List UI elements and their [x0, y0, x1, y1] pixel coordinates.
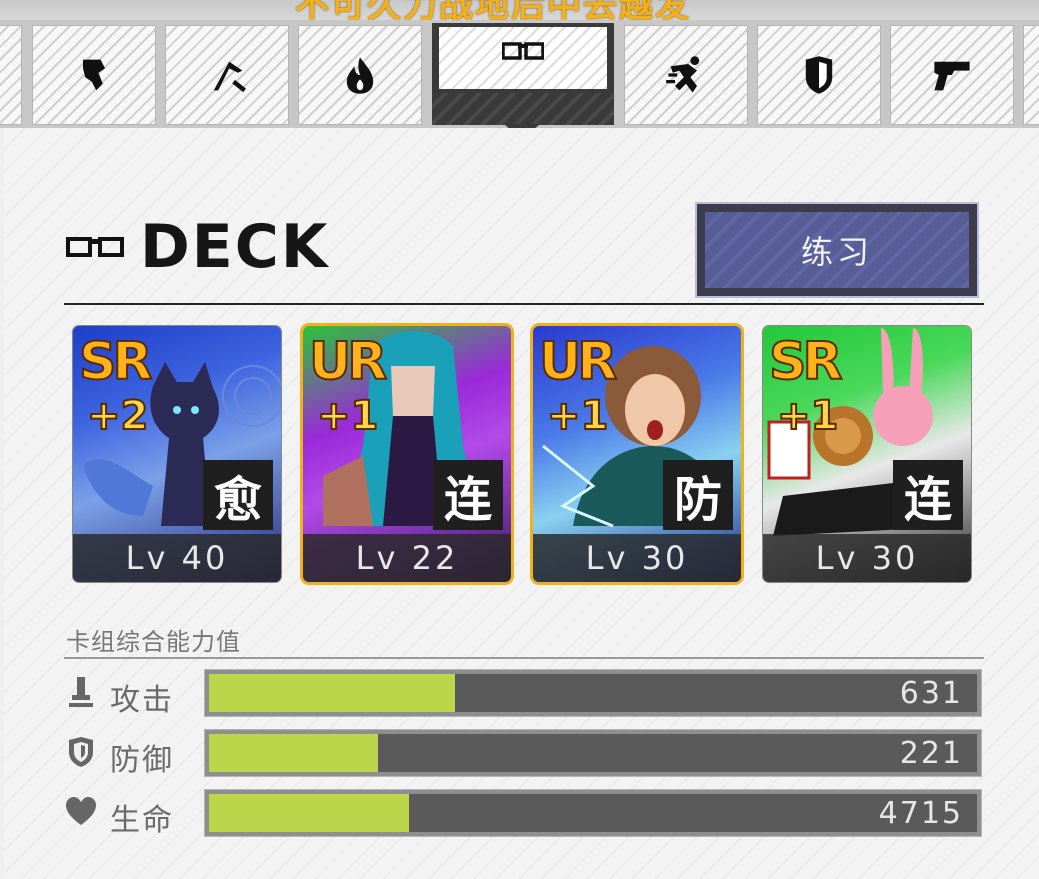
running-person-icon — [666, 56, 700, 93]
tab-partial-left[interactable] — [0, 25, 22, 125]
card-type-badge: 愈 — [203, 460, 273, 530]
stat-label: 生命 — [110, 803, 174, 838]
stats-divider — [64, 657, 984, 659]
card-rarity: SR — [78, 332, 153, 392]
card-type-badge: 连 — [893, 460, 963, 530]
defense-shield-icon — [69, 737, 93, 767]
tab-partial-right[interactable] — [1023, 25, 1039, 125]
tab-glasses-inner — [439, 27, 607, 89]
card-level: Lv 22 — [303, 534, 511, 582]
tab-shield[interactable] — [757, 25, 881, 125]
stat-bar-track: 221 — [209, 734, 977, 772]
card-level: Lv 30 — [763, 534, 971, 582]
deck-header: DECK — [66, 214, 329, 280]
stat-bar-fill — [209, 734, 378, 772]
tab-glasses[interactable] — [432, 23, 614, 125]
stat-label: 攻击 — [110, 683, 174, 718]
practice-button-label: 练习 — [705, 212, 969, 288]
card-plus: +1 — [546, 393, 609, 439]
deck-card-2[interactable]: UR +1 连 Lv 22 — [303, 326, 511, 582]
deck-stats-title: 卡组综合能力值 — [66, 628, 241, 656]
tab-running[interactable] — [624, 25, 748, 125]
tab-active-stripes — [432, 93, 614, 125]
tab-scythe[interactable] — [165, 25, 289, 125]
tab-flame[interactable] — [298, 25, 422, 125]
card-rarity: SR — [768, 332, 843, 392]
fist-icon — [83, 59, 105, 91]
glasses-icon — [502, 42, 544, 60]
card-plus: +1 — [776, 393, 839, 439]
card-plus: +2 — [86, 393, 149, 439]
stat-label: 防御 — [110, 743, 174, 778]
stat-bar: 4715 — [204, 789, 982, 837]
top-banner: 不可久力战地后中去越发 — [0, 0, 1039, 22]
stat-bar-track: 631 — [209, 674, 977, 712]
stat-row-health: 生命 4715 — [64, 789, 984, 839]
attack-icon — [69, 677, 93, 707]
practice-button[interactable]: 练习 — [695, 202, 979, 298]
stat-value: 631 — [899, 675, 963, 711]
stat-bar-fill — [209, 794, 409, 832]
scythe-icon — [213, 61, 246, 93]
stat-bar: 221 — [204, 729, 982, 777]
card-level: Lv 40 — [73, 534, 281, 582]
card-rarity: UR — [538, 332, 618, 392]
deck-title: DECK — [140, 212, 330, 282]
category-tab-strip — [0, 20, 1039, 128]
stat-bar-track: 4715 — [209, 794, 977, 832]
stat-bar-fill — [209, 674, 455, 712]
stat-value: 4715 — [878, 795, 963, 831]
card-level: Lv 30 — [533, 534, 741, 582]
gun-icon — [934, 61, 970, 91]
card-rarity: UR — [308, 332, 388, 392]
deck-card-1[interactable]: SR +2 愈 Lv 40 — [73, 326, 281, 582]
stat-bar: 631 — [204, 669, 982, 717]
deck-divider — [64, 303, 984, 305]
deck-card-4[interactable]: SR +1 连 Lv 30 — [763, 326, 971, 582]
glasses-icon — [66, 237, 124, 257]
stat-row-attack: 攻击 631 — [64, 669, 984, 719]
card-type-badge: 连 — [433, 460, 503, 530]
deck-card-3[interactable]: UR +1 防 Lv 30 — [533, 326, 741, 582]
tab-gun[interactable] — [890, 25, 1014, 125]
card-plus: +1 — [316, 393, 379, 439]
flame-icon — [346, 57, 374, 94]
tab-fist[interactable] — [32, 25, 156, 125]
shield-icon — [805, 56, 833, 94]
stat-row-defense: 防御 221 — [64, 729, 984, 779]
top-banner-text: 不可久力战地后中去越发 — [295, 0, 691, 22]
stat-value: 221 — [899, 735, 963, 771]
heart-icon — [66, 797, 96, 825]
card-type-badge: 防 — [663, 460, 733, 530]
